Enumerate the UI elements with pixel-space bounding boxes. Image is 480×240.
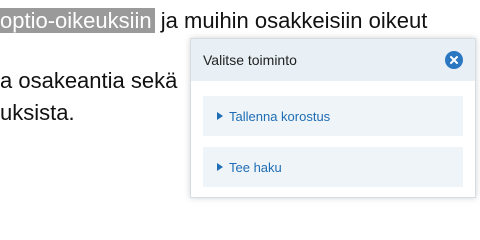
document-text-line-1: optio-oikeuksiin ja muihin osakkeisiin o… [0,8,427,34]
save-highlight-button[interactable]: Tallenna korostus [203,96,463,136]
close-icon[interactable] [445,51,463,69]
document-text-line-3: uksista. [0,100,75,125]
selected-text-highlight[interactable]: optio-oikeuksiin [0,8,155,33]
document-text-line-2: a osakeantia sekä [0,68,178,93]
triangle-right-icon [217,112,223,120]
action-popup: Valitse toiminto Tallenna korostus Tee h… [190,38,476,198]
triangle-right-icon [217,163,223,171]
popup-header: Valitse toiminto [191,39,475,81]
document-text: ja muihin osakkeisiin oikeut [154,8,428,33]
popup-title: Valitse toiminto [203,52,297,68]
search-label: Tee haku [229,159,282,175]
search-button[interactable]: Tee haku [203,147,463,187]
save-highlight-label: Tallenna korostus [229,108,331,124]
